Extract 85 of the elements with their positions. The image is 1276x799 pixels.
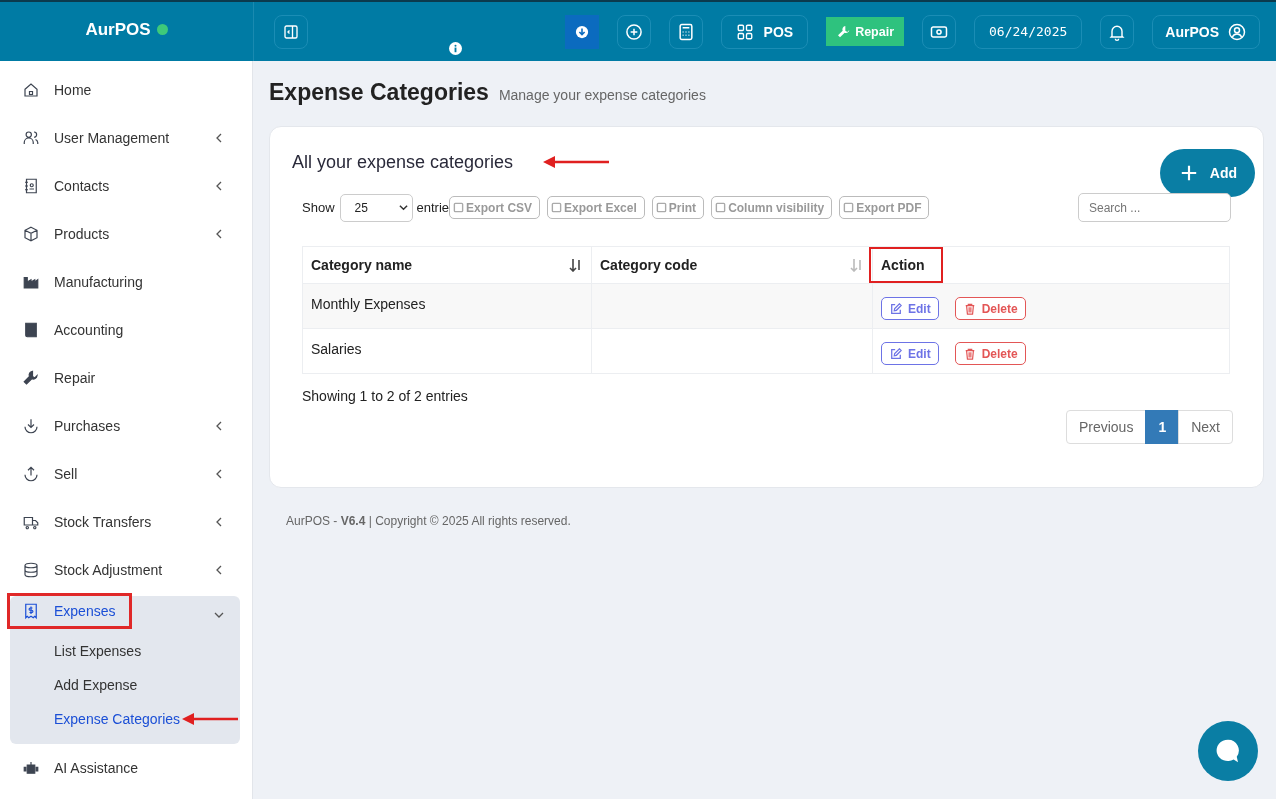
submenu-item[interactable]: Add Expense xyxy=(54,677,138,693)
sidebar-item-label: Sell xyxy=(54,466,78,482)
sidebar-item-label: Stock Transfers xyxy=(54,514,152,530)
sidebar-item[interactable]: Accounting xyxy=(0,306,252,354)
contact-card-icon xyxy=(22,177,40,195)
sidebar-item[interactable]: Products xyxy=(0,210,252,258)
sort-icon[interactable] xyxy=(569,258,583,272)
sidebar-item-label: Contacts xyxy=(54,178,110,194)
sidebar-item-label: Stock Adjustment xyxy=(54,562,163,578)
sidebar-item[interactable]: Purchases xyxy=(0,402,252,450)
sidebar-item-label: Purchases xyxy=(54,418,121,434)
entries-label: entrie xyxy=(416,200,450,215)
sidebar-item-label: Repair xyxy=(54,370,96,386)
wrench-icon xyxy=(22,369,40,387)
page-size-select[interactable]: 25 xyxy=(339,193,413,222)
column-header[interactable]: Action xyxy=(872,246,1230,284)
footer-text: AurPOS - V6.4 | Copyright © 2025 All rights reserved. xyxy=(286,514,572,528)
chat-button[interactable] xyxy=(1198,721,1258,781)
upload-icon xyxy=(22,465,40,483)
sidebar-item-label: Products xyxy=(54,226,110,242)
sidebar-item-label: Manufacturing xyxy=(54,274,143,290)
sidebar-item[interactable]: Stock Transfers xyxy=(0,498,252,546)
cash-button[interactable] xyxy=(922,14,957,49)
user-circle-icon xyxy=(1227,21,1247,42)
delete-button[interactable]: Delete xyxy=(954,342,1026,365)
sidebar-item[interactable]: AI Assistance xyxy=(0,744,252,792)
table-cell: Monthly Expenses xyxy=(302,283,592,329)
sidebar-item[interactable]: Expenses xyxy=(10,596,130,626)
download-icon xyxy=(574,24,589,39)
submenu-item[interactable]: List Expenses xyxy=(54,643,142,659)
page-title: Expense Categories xyxy=(269,79,489,106)
edit-icon xyxy=(890,302,902,315)
table-info: Showing 1 to 2 of 2 entries xyxy=(302,388,469,404)
plus-icon xyxy=(1179,164,1198,182)
delete-button[interactable]: Delete xyxy=(954,297,1026,320)
house-icon xyxy=(22,81,40,99)
sidebar-item[interactable]: Repair xyxy=(0,354,252,402)
show-label: Show xyxy=(302,200,335,215)
user-menu-button[interactable]: AurPOS xyxy=(1152,14,1260,49)
edit-button[interactable]: Edit xyxy=(881,342,939,365)
sidebar-item[interactable]: User Management xyxy=(0,114,252,162)
sidebar-item-label: Expenses xyxy=(54,603,116,619)
receipt-icon xyxy=(22,602,40,620)
brand-logo[interactable]: AurPOS xyxy=(85,19,151,40)
sidebar-item[interactable]: Manufacturing xyxy=(0,258,252,306)
sidebar-item-label: Accounting xyxy=(54,322,124,338)
sidebar-item[interactable]: Contacts xyxy=(0,162,252,210)
box-icon xyxy=(22,225,40,243)
chevron-down-icon xyxy=(398,203,408,212)
pos-button[interactable]: POS xyxy=(720,14,809,49)
sidebar-toggle-button[interactable] xyxy=(274,14,308,49)
download-button[interactable] xyxy=(564,14,599,49)
column-header[interactable]: Category code xyxy=(591,246,873,284)
sidebar-item[interactable]: Stock Adjustment xyxy=(0,546,252,594)
date-button[interactable]: 06/24/2025 xyxy=(974,14,1083,49)
edit-button[interactable]: Edit xyxy=(881,297,939,320)
notification-button[interactable] xyxy=(1100,14,1135,49)
card-title: All your expense categories xyxy=(292,151,514,173)
plus-circle-icon xyxy=(623,21,644,42)
trash-icon xyxy=(963,302,976,315)
pagination-button[interactable]: Next xyxy=(1178,410,1233,444)
add-button[interactable] xyxy=(616,14,651,49)
page-subtitle: Manage your expense categories xyxy=(498,87,706,103)
sidebar-item[interactable]: Home xyxy=(0,66,252,114)
table-cell: Salaries xyxy=(302,328,592,374)
sidebar-item[interactable]: Sell xyxy=(0,450,252,498)
sidebar-item-label: AI Assistance xyxy=(54,760,139,776)
add-button[interactable]: Add xyxy=(1159,149,1255,197)
edit-icon xyxy=(890,347,902,360)
submenu-item[interactable]: Expense Categories xyxy=(54,711,181,727)
grid-icon xyxy=(735,22,754,41)
sidebar-item-label: Home xyxy=(54,82,92,98)
robot-icon xyxy=(22,759,40,777)
users-icon xyxy=(22,129,40,147)
column-header[interactable]: Category name xyxy=(302,246,592,284)
pagination-button[interactable]: 1 xyxy=(1145,410,1180,444)
pagination-button[interactable]: Previous xyxy=(1065,410,1147,444)
sidebar-toggle-icon xyxy=(282,22,300,41)
trash-icon xyxy=(963,347,976,360)
calculator-button[interactable] xyxy=(668,14,703,49)
download-icon xyxy=(22,417,40,435)
database-icon xyxy=(22,561,40,579)
info-icon[interactable] xyxy=(449,42,462,55)
sidebar-item-label: User Management xyxy=(54,130,170,146)
search-field[interactable]: Search ... xyxy=(1078,193,1231,222)
